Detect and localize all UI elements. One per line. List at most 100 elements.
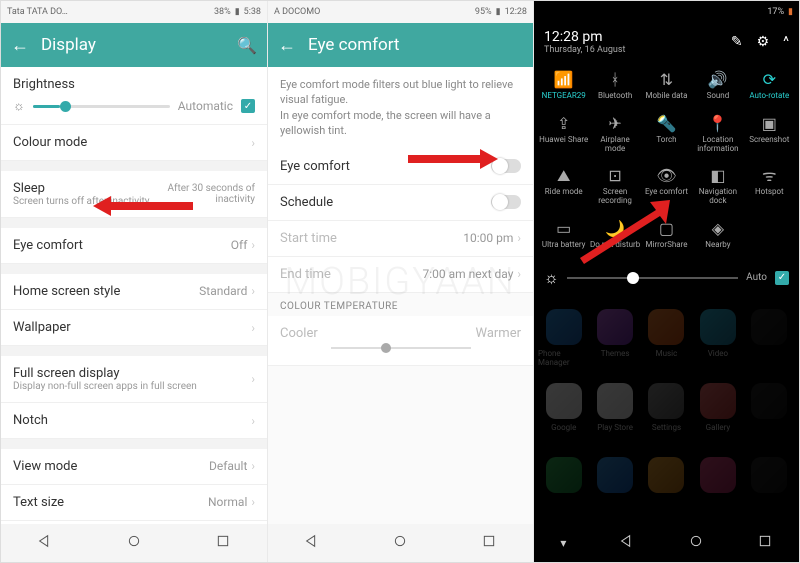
app-icon[interactable]: Phone Manager [538,309,589,379]
qs-time: 12:28 pm [544,29,625,45]
text-size-value: Normal [208,495,247,509]
nav-home-icon[interactable] [392,533,408,553]
app-label: Music [656,349,678,358]
qs-auto-checkbox[interactable]: ✓ [775,271,789,285]
nav-home-icon[interactable] [126,533,142,553]
status-time: 12:28 [505,7,527,17]
search-icon[interactable]: 🔍 [237,36,257,55]
back-icon[interactable]: ← [278,35,296,56]
chevron-up-icon[interactable]: ^ [783,34,789,50]
qs-tile-bluetooth[interactable]: ᚼ Bluetooth [589,65,640,107]
status-battery: 17% [767,7,784,17]
status-bar: Tata TATA DO… 38% ▮ 5:38 [1,1,267,23]
app-icon[interactable] [641,457,692,527]
app-icon[interactable] [744,383,795,453]
eye-comfort-label: Eye comfort [13,238,83,253]
view-mode-value: Default [209,459,247,473]
colour-temp-row: Cooler Warmer [268,316,533,366]
navdock-icon: ◧ [710,167,725,185]
qs-tile-hotspot[interactable]: ᯤHotspot [744,161,795,212]
status-battery: 38% [214,7,231,17]
qs-tile-screenshot[interactable]: ▣Screenshot [744,109,795,160]
brightness-auto-checkbox[interactable]: ✓ [241,99,255,113]
colour-temp-slider[interactable] [331,347,471,349]
app-icon[interactable] [744,309,795,379]
qs-tile-torch[interactable]: 🔦Torch [641,109,692,160]
nav-recent-icon[interactable] [757,533,773,553]
qs-tile-navdock[interactable]: ◧Navigation dock [692,161,743,212]
chevron-right-icon: › [251,321,255,335]
gear-icon[interactable]: ⚙ [757,34,770,50]
eye-comfort-row[interactable]: Eye comfort Off› [1,228,267,264]
brightness-slider[interactable] [33,105,170,108]
brightness-icon: ☼ [13,98,25,114]
qs-tile-hshare[interactable]: ⇪Huawei Share [538,109,589,160]
nav-home-icon[interactable] [688,533,704,553]
full-screen-label: Full screen display [13,366,120,381]
schedule-toggle-row: Schedule [268,185,533,221]
cooler-label: Cooler [280,326,318,341]
nav-back-icon[interactable] [37,533,53,553]
airplane-icon: ✈ [608,115,621,133]
annotation-arrow [93,194,193,218]
app-icon[interactable] [589,457,640,527]
brightness-icon: ☼ [544,268,559,288]
full-screen-row[interactable]: Full screen display Display non-full scr… [1,356,267,403]
chevron-right-icon: › [251,495,255,509]
brightness-row: Brightness ☼ Automatic ✓ [1,67,267,125]
nav-recent-icon[interactable] [481,533,497,553]
qs-tile-sound[interactable]: 🔊Sound [692,65,743,107]
nav-back-icon[interactable] [304,533,320,553]
app-label: Themes [601,349,630,358]
qs-tile-label: Torch [656,136,676,145]
notch-row[interactable]: Notch › [1,403,267,439]
edit-icon[interactable]: ✎ [731,34,743,50]
view-mode-row[interactable]: View mode Default› [1,449,267,485]
wifi-icon: 📶 [554,71,574,89]
qs-tile-nearby[interactable]: ◈Nearby [692,214,743,256]
app-icon[interactable] [744,457,795,527]
location-icon: 📍 [708,115,728,133]
qs-tile-wifi[interactable]: 📶NETGEAR29 [538,65,589,107]
end-time-row: End time 7:00 am next day› [268,257,533,293]
nav-assistant-icon[interactable]: ▾ [560,536,566,550]
app-icon[interactable] [692,457,743,527]
qs-brightness-slider[interactable] [567,277,738,279]
app-icon[interactable]: Music [641,309,692,379]
text-size-row[interactable]: Text size Normal› [1,485,267,521]
app-label: Google [551,423,576,432]
nav-recent-icon[interactable] [215,533,231,553]
schedule-toggle[interactable] [491,195,521,209]
app-icon[interactable]: Video [692,309,743,379]
qs-auto-label: Auto [746,272,767,283]
nav-back-icon[interactable] [619,533,635,553]
chevron-right-icon: › [251,414,255,428]
home-style-row[interactable]: Home screen style Standard › [1,274,267,310]
header: ← Display 🔍 [1,23,267,67]
panel-quick-settings: 17% ▮ 12:28 pm Thursday, 16 August ✎ ⚙ ^… [533,1,799,562]
back-icon[interactable]: ← [11,35,29,56]
chevron-right-icon: › [251,459,255,473]
qs-tile-airplane[interactable]: ✈Airplane mode [589,109,640,160]
app-icon[interactable]: Play Store [589,383,640,453]
wallpaper-row[interactable]: Wallpaper › [1,310,267,346]
app-icon[interactable]: Settings [641,383,692,453]
app-icon[interactable]: Gallery [692,383,743,453]
end-time-label: End time [280,267,331,282]
app-icon[interactable] [538,457,589,527]
warmer-label: Warmer [476,326,522,341]
qs-tile-location[interactable]: 📍Location information [692,109,743,160]
eye-comfort-description: Eye comfort mode filters out blue light … [268,67,533,149]
home-style-value: Standard [199,284,247,298]
app-icon[interactable]: Google [538,383,589,453]
chevron-right-icon: › [251,284,255,298]
colour-mode-row[interactable]: Colour mode › [1,125,267,161]
home-style-label: Home screen style [13,284,120,299]
qs-tile-label: Bluetooth [598,92,632,101]
app-icon[interactable]: Themes [589,309,640,379]
battery-icon: ▮ [788,7,793,17]
qs-tile-mobile[interactable]: ⇅Mobile data [641,65,692,107]
page-title: Display [41,35,225,55]
bluetooth-icon: ᚼ [610,71,620,89]
qs-tile-rotate[interactable]: ⟳Auto-rotate [744,65,795,107]
